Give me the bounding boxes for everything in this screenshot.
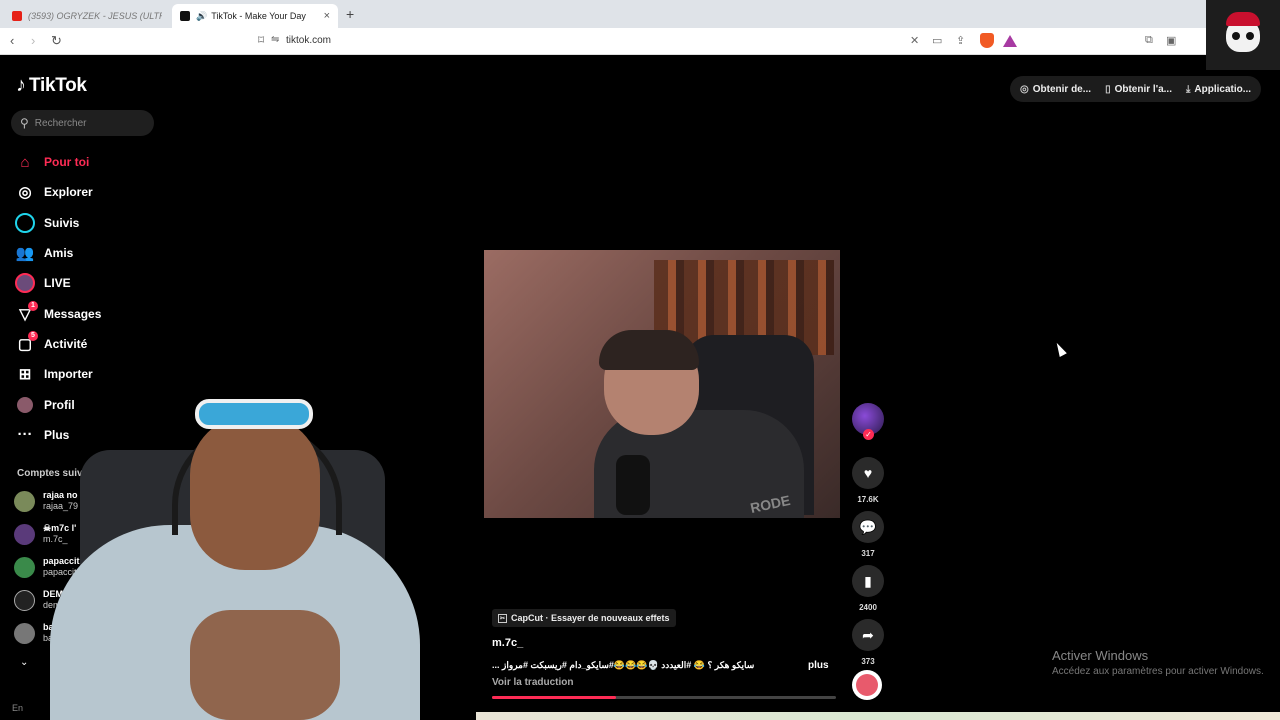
activity-icon: ▢ 5	[14, 330, 38, 355]
site-info-icon[interactable]: ⇋	[271, 34, 279, 45]
search-box[interactable]: ⚲	[11, 110, 154, 136]
button-label: Obtenir de...	[1032, 83, 1092, 95]
following-ring-icon	[14, 212, 36, 234]
music-disc-icon[interactable]	[852, 670, 882, 700]
button-label: Applicatio...	[1194, 83, 1252, 95]
translate-link[interactable]: Voir la traduction	[492, 677, 574, 688]
watermark-subtitle: Accédez aux paramètres pour activer Wind…	[1052, 666, 1264, 677]
messages-icon: ▽ 1	[14, 300, 38, 325]
live-avatar-icon	[14, 272, 36, 294]
nav-importer[interactable]: ⊞ Importer	[14, 359, 101, 389]
messages-badge: 1	[28, 300, 38, 311]
home-icon: ⌂	[20, 153, 30, 171]
button-label: Obtenir l'a...	[1114, 83, 1172, 95]
creator-avatar[interactable]: ✓	[852, 403, 884, 440]
video-description: سايكو هكر ؟ 😂 #العيددد 💀😂😂😂#سايكو_دام #ر…	[492, 660, 755, 670]
compass-icon: ◎	[18, 184, 32, 202]
nav-label: Suivis	[44, 215, 80, 230]
youtube-icon	[12, 11, 22, 21]
tab-title: TikTok - Make Your Day	[211, 11, 306, 21]
windows-activation-watermark: Activer Windows Accédez aux paramètres p…	[1052, 648, 1264, 677]
speaker-icon[interactable]: 🔊	[196, 11, 207, 22]
nav-label: Importer	[44, 367, 93, 382]
search-input[interactable]	[34, 117, 135, 129]
tiktok-favicon-icon	[180, 11, 190, 21]
tab-youtube[interactable]: (3593) OGRYZEK - JESUS (ULTRA SL	[4, 4, 170, 28]
like-button[interactable]: ♥ 17.6K	[852, 457, 884, 504]
upload-icon: ⊞	[18, 366, 32, 384]
share-count: 373	[861, 657, 875, 666]
capcut-label: CapCut · Essayer de nouveaux effets	[511, 613, 670, 623]
like-count: 17.6K	[857, 495, 879, 504]
download-icon: ⤓	[1185, 83, 1191, 95]
search-icon: ⚲	[20, 116, 29, 130]
skull-icon	[1226, 12, 1260, 52]
description-more-link[interactable]: plus	[808, 660, 829, 671]
nav-label: Pour toi	[44, 155, 90, 170]
comment-button[interactable]: 💬 317	[852, 511, 884, 558]
video-progress-bar[interactable]	[492, 696, 836, 699]
extensions-icon[interactable]: ⧉	[1145, 34, 1153, 47]
bookmark-count: 2400	[859, 603, 877, 612]
tab-title: (3593) OGRYZEK - JESUS (ULTRA SL	[28, 11, 162, 21]
bookmark-icon: ▮	[852, 565, 884, 597]
share-page-icon[interactable]: ⇪	[956, 34, 965, 47]
tab-tiktok[interactable]: 🔊 TikTok - Make Your Day ×	[172, 4, 338, 28]
address-bar: ‹ › ↻ ⌑ ⇋ tiktok.com ✕ ▭ ⇪ ⧉ ▣	[0, 28, 1280, 55]
nav-label: Messages	[44, 306, 102, 321]
nav-live[interactable]: LIVE	[14, 268, 101, 298]
reload-icon[interactable]: ↻	[51, 33, 62, 49]
video-progress-fill	[492, 696, 616, 699]
browser-tab-bar: (3593) OGRYZEK - JESUS (ULTRA SL 🔊 TikTo…	[0, 0, 1280, 28]
nav-label: LIVE	[44, 276, 71, 291]
comment-icon: 💬	[852, 511, 884, 543]
share-button[interactable]: ➦ 373	[852, 619, 884, 666]
cast-icon[interactable]: ▭	[932, 34, 942, 47]
nav-label: Activité	[44, 336, 88, 351]
new-tab-button[interactable]: +	[346, 6, 354, 22]
friends-icon: 👥	[15, 245, 35, 263]
nav-pour-toi[interactable]: ⌂ Pour toi	[14, 147, 101, 177]
desktop-app-button[interactable]: ⤓ Applicatio...	[1186, 84, 1251, 95]
tiktok-note-icon: ♪	[16, 74, 26, 96]
brave-rewards-icon[interactable]	[1003, 35, 1017, 47]
taskbar-strip	[476, 712, 1280, 720]
share-icon: ➦	[852, 619, 884, 651]
video-player[interactable]: RODE	[484, 250, 840, 518]
capcut-effect-tag[interactable]: ✂ CapCut · Essayer de nouveaux effets	[492, 609, 676, 627]
get-app-button[interactable]: ▯ Obtenir l'a...	[1105, 84, 1172, 95]
streamer-logo	[1206, 0, 1280, 70]
mouse-cursor	[1053, 340, 1067, 358]
nav-explorer[interactable]: ◎ Explorer	[14, 177, 101, 207]
mute-site-icon[interactable]: ✕	[910, 34, 919, 47]
capcut-icon: ✂	[498, 613, 507, 623]
get-coins-button[interactable]: ◎ Obtenir de...	[1020, 84, 1091, 95]
watermark-title: Activer Windows	[1052, 648, 1149, 663]
nav-label: Amis	[44, 246, 74, 261]
nav-amis[interactable]: 👥 Amis	[14, 238, 101, 268]
url-field[interactable]: tiktok.com	[286, 35, 331, 46]
tiktok-wordmark: TikTok	[29, 74, 87, 96]
top-right-actions: ◎ Obtenir de... ▯ Obtenir l'a... ⤓ Applicat…	[1010, 76, 1262, 102]
close-tab-button[interactable]: ×	[324, 10, 330, 22]
activity-badge: 5	[28, 330, 38, 341]
back-icon[interactable]: ‹	[10, 33, 14, 48]
comment-count: 317	[861, 549, 875, 558]
heart-icon: ♥	[852, 457, 884, 489]
nav-suivis[interactable]: Suivis	[14, 208, 101, 238]
nav-label: Explorer	[44, 185, 93, 200]
video-author[interactable]: m.7c_	[492, 637, 523, 649]
bookmark-button[interactable]: ▮ 2400	[852, 565, 884, 612]
coin-icon: ◎	[1020, 83, 1029, 95]
nav-messages[interactable]: ▽ 1 Messages	[14, 298, 101, 328]
nav-activite[interactable]: ▢ 5 Activité	[14, 329, 101, 359]
forward-icon[interactable]: ›	[31, 33, 35, 48]
tiktok-logo[interactable]: ♪ TikTok	[16, 74, 87, 97]
phone-icon: ▯	[1105, 83, 1111, 95]
webcam-overlay	[20, 395, 476, 720]
sidebar-icon[interactable]: ▣	[1166, 34, 1176, 47]
bookmark-page-icon[interactable]: ⌑	[258, 33, 264, 47]
brave-shields-icon[interactable]	[980, 33, 994, 48]
follow-plus-icon[interactable]: ✓	[863, 429, 874, 440]
